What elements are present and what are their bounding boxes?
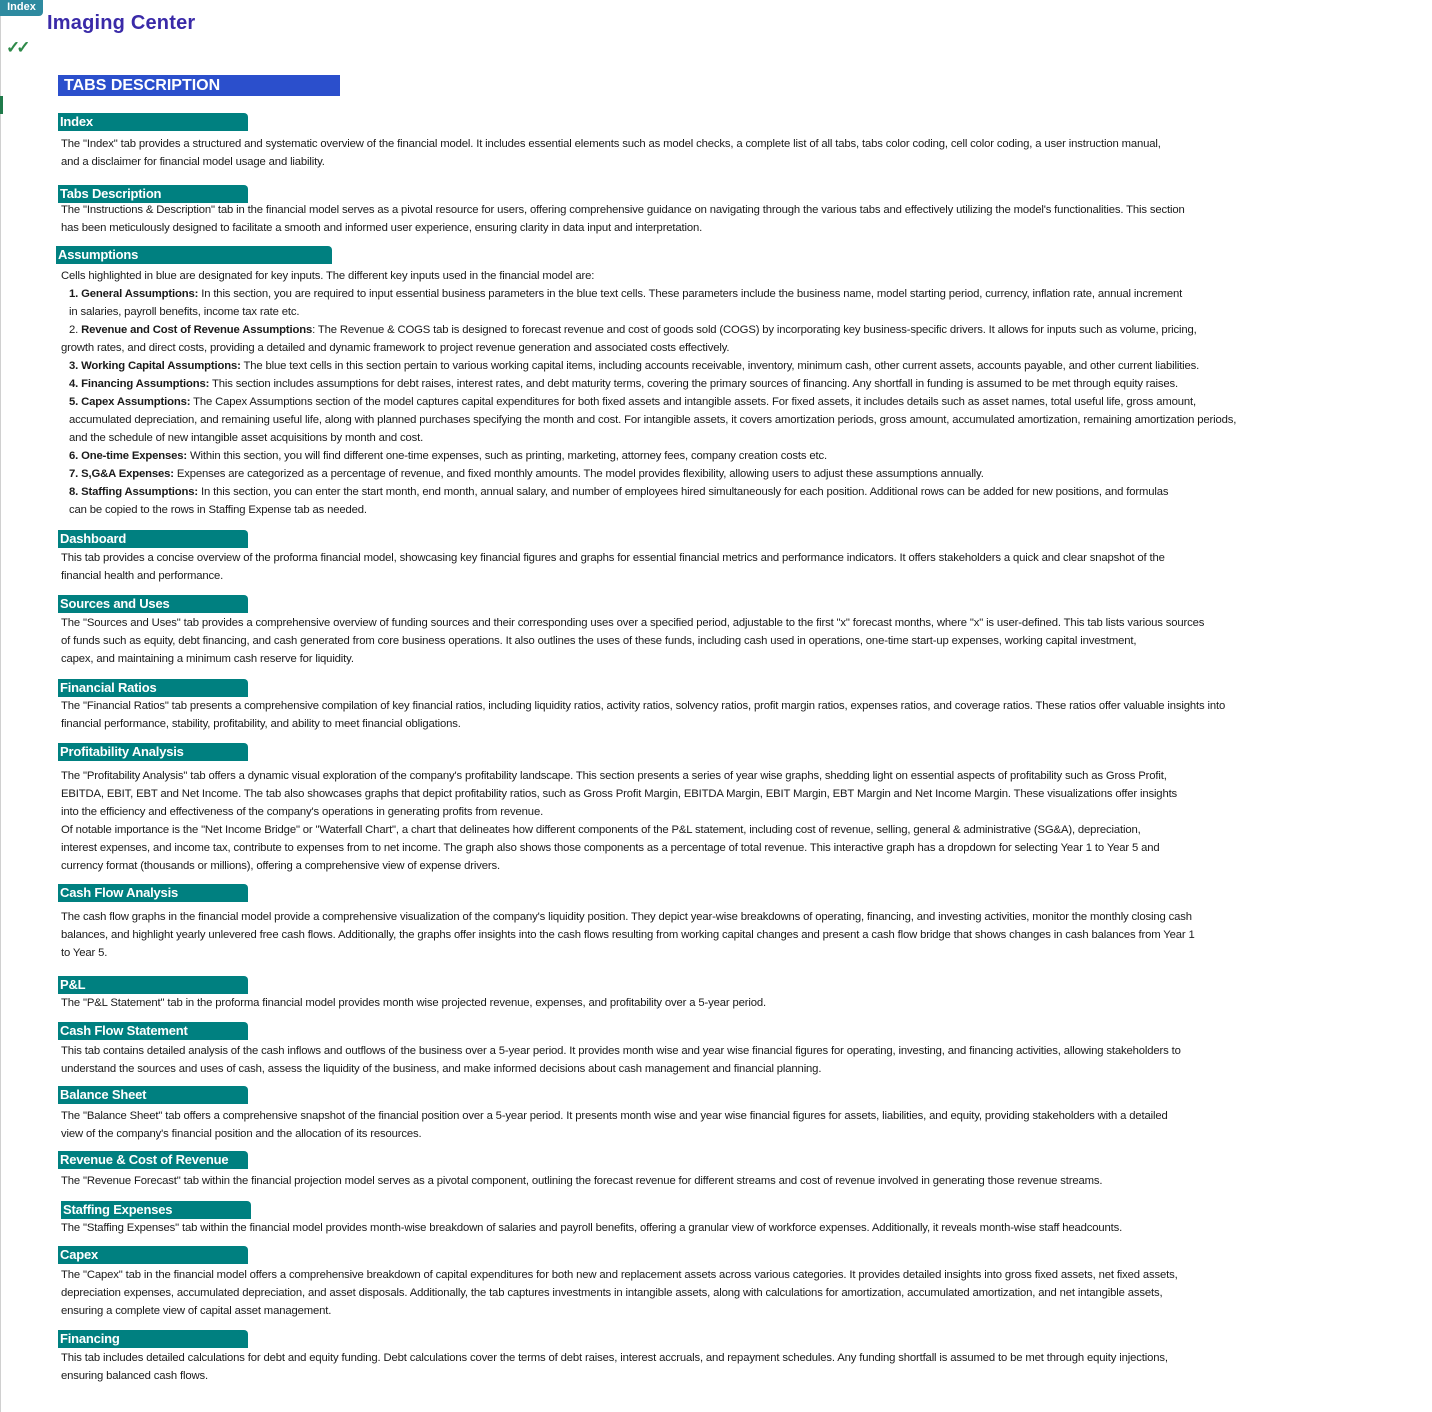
text-line: growth rates, and direct costs, providin… (61, 342, 730, 354)
section-text-dashboard: This tab provides a concise overview of … (61, 549, 1165, 585)
model-checks-icon: ✓✓ (6, 38, 30, 57)
section-text-tabs-description: The "Instructions & Description" tab in … (61, 201, 1185, 237)
section-label-financial-ratios: Financial Ratios (58, 679, 248, 697)
assumption-number: 2. (69, 324, 82, 336)
text-line: The "Instructions & Description" tab in … (61, 204, 1185, 216)
section-label-assumptions: Assumptions (56, 246, 332, 264)
section-label-index: Index (58, 113, 248, 131)
assumption-title: 6. One-time Expenses: (69, 450, 188, 462)
text-line: balances, and highlight yearly unlevered… (61, 929, 1195, 941)
text-line: The "Profitability Analysis" tab offers … (61, 770, 1167, 782)
section-label-staffing-expenses: Staffing Expenses (61, 1201, 251, 1219)
assumption-title: 4. Financing Assumptions: (69, 378, 210, 390)
assumption-title: Revenue and Cost of Revenue Assumptions (81, 324, 313, 336)
section-text-staffing-expenses: The "Staffing Expenses" tab within the f… (61, 1219, 1122, 1237)
assumption-item: 5. Capex Assumptions: The Capex Assumpti… (61, 393, 1236, 411)
section-text-revenue-cost-of-revenue: The "Revenue Forecast" tab within the fi… (61, 1172, 1103, 1190)
text-line: view of the company's financial position… (61, 1128, 422, 1140)
text-line: The "Financial Ratios" tab presents a co… (61, 700, 1226, 712)
assumption-title: 8. Staffing Assumptions: (69, 486, 199, 498)
text-line: capex, and maintaining a minimum cash re… (61, 653, 354, 665)
text-line: into the efficiency and effectiveness of… (61, 806, 544, 818)
text-line: in salaries, payroll benefits, income ta… (69, 306, 300, 318)
section-label-balance-sheet: Balance Sheet (58, 1086, 248, 1104)
text-line: The "Staffing Expenses" tab within the f… (61, 1222, 1123, 1234)
text-line: and a disclaimer for financial model usa… (61, 156, 325, 168)
section-text-financing: This tab includes detailed calculations … (61, 1349, 1168, 1385)
text-line: ensuring a complete view of capital asse… (61, 1305, 332, 1317)
assumption-item: 6. One-time Expenses: Within this sectio… (61, 447, 1236, 465)
tabs-description-banner: TABS DESCRIPTION (58, 75, 340, 96)
section-label-cash-flow-statement: Cash Flow Statement (58, 1022, 248, 1040)
section-label-pnl: P&L (58, 976, 248, 994)
assumption-text: Expenses are categorized as a percentage… (173, 468, 984, 480)
text-line: The cash flow graphs in the financial mo… (61, 911, 1192, 923)
assumption-item: 7. S,G&A Expenses: Expenses are categori… (61, 465, 1236, 483)
section-label-capex: Capex (58, 1246, 248, 1264)
assumption-item: 2. Revenue and Cost of Revenue Assumptio… (61, 321, 1236, 339)
text-line: The "Index" tab provides a structured an… (61, 138, 1161, 150)
text-line: ensuring balanced cash flows. (61, 1370, 208, 1382)
section-text-capex: The "Capex" tab in the financial model o… (61, 1266, 1178, 1320)
section-text-balance-sheet: The "Balance Sheet" tab offers a compreh… (61, 1107, 1168, 1143)
page-title: Imaging Center (47, 12, 196, 34)
section-label-revenue-cost-of-revenue: Revenue & Cost of Revenue (58, 1151, 248, 1169)
section-text-index: The "Index" tab provides a structured an… (61, 135, 1161, 171)
text-line: to Year 5. (61, 947, 108, 959)
assumption-text: : The Revenue & COGS tab is designed to … (312, 324, 1197, 336)
section-text-assumptions: Cells highlighted in blue are designated… (61, 267, 1236, 519)
text-line: financial performance, stability, profit… (61, 718, 461, 730)
section-text-sources-and-uses: The "Sources and Uses" tab provides a co… (61, 614, 1204, 668)
assumption-title: 3. Working Capital Assumptions: (69, 360, 241, 372)
section-label-profitability-analysis: Profitability Analysis (58, 743, 248, 761)
text-line: The "Revenue Forecast" tab within the fi… (61, 1175, 1103, 1187)
assumption-title: 7. S,G&A Expenses: (69, 468, 174, 480)
text-line: The "Capex" tab in the financial model o… (61, 1269, 1178, 1281)
text-line: Of notable importance is the "Net Income… (61, 824, 1141, 836)
section-text-pnl: The "P&L Statement" tab in the proforma … (61, 994, 766, 1012)
text-line: has been meticulously designed to facili… (61, 222, 703, 234)
text-line: and the schedule of new intangible asset… (69, 432, 424, 444)
assumption-title: 5. Capex Assumptions: (69, 396, 191, 408)
text-line: currency format (thousands or millions),… (61, 860, 500, 872)
assumption-title: 1. General Assumptions: (69, 288, 199, 300)
assumptions-intro: Cells highlighted in blue are designated… (61, 270, 595, 282)
text-line: can be copied to the rows in Staffing Ex… (69, 504, 367, 516)
section-text-cash-flow-analysis: The cash flow graphs in the financial mo… (61, 908, 1195, 962)
text-line: The "Balance Sheet" tab offers a compreh… (61, 1110, 1168, 1122)
section-label-cash-flow-analysis: Cash Flow Analysis (58, 884, 248, 902)
section-text-financial-ratios: The "Financial Ratios" tab presents a co… (61, 697, 1225, 733)
assumption-text: In this section, you can enter the start… (198, 486, 1169, 498)
text-line: of funds such as equity, debt financing,… (61, 635, 1137, 647)
section-text-cash-flow-statement: This tab contains detailed analysis of t… (61, 1042, 1181, 1078)
assumption-text: In this section, you are required to inp… (198, 288, 1183, 300)
text-line: understand the sources and uses of cash,… (61, 1063, 822, 1075)
sheet-left-border (0, 0, 1, 1412)
text-line: The "Sources and Uses" tab provides a co… (61, 617, 1205, 629)
assumption-text: Within this section, you will find diffe… (187, 450, 827, 462)
assumption-item: 8. Staffing Assumptions: In this section… (61, 483, 1236, 501)
text-line: This tab includes detailed calculations … (61, 1352, 1168, 1364)
text-line: The "P&L Statement" tab in the proforma … (61, 997, 767, 1009)
assumption-item: 3. Working Capital Assumptions: The blue… (61, 357, 1236, 375)
assumption-text: The blue text cells in this section pert… (240, 360, 1200, 372)
assumption-item: 1. General Assumptions: In this section,… (61, 285, 1236, 303)
text-line: interest expenses, and income tax, contr… (61, 842, 1160, 854)
index-nav-button[interactable]: Index (0, 0, 43, 16)
text-line: This tab contains detailed analysis of t… (61, 1045, 1181, 1057)
text-line: EBITDA, EBIT, EBT and Net Income. The ta… (61, 788, 1178, 800)
text-line: depreciation expenses, accumulated depre… (61, 1287, 1163, 1299)
assumption-text: This section includes assumptions for de… (209, 378, 1179, 390)
section-label-dashboard: Dashboard (58, 530, 248, 548)
section-label-sources-and-uses: Sources and Uses (58, 595, 248, 613)
text-line: This tab provides a concise overview of … (61, 552, 1165, 564)
row-selection-marker (0, 96, 3, 114)
section-text-profitability-analysis: The "Profitability Analysis" tab offers … (61, 767, 1177, 875)
assumption-item: 4. Financing Assumptions: This section i… (61, 375, 1236, 393)
text-line: accumulated depreciation, and remaining … (69, 414, 1237, 426)
text-line: financial health and performance. (61, 570, 224, 582)
assumption-text: The Capex Assumptions section of the mod… (190, 396, 1197, 408)
section-label-financing: Financing (58, 1330, 248, 1348)
